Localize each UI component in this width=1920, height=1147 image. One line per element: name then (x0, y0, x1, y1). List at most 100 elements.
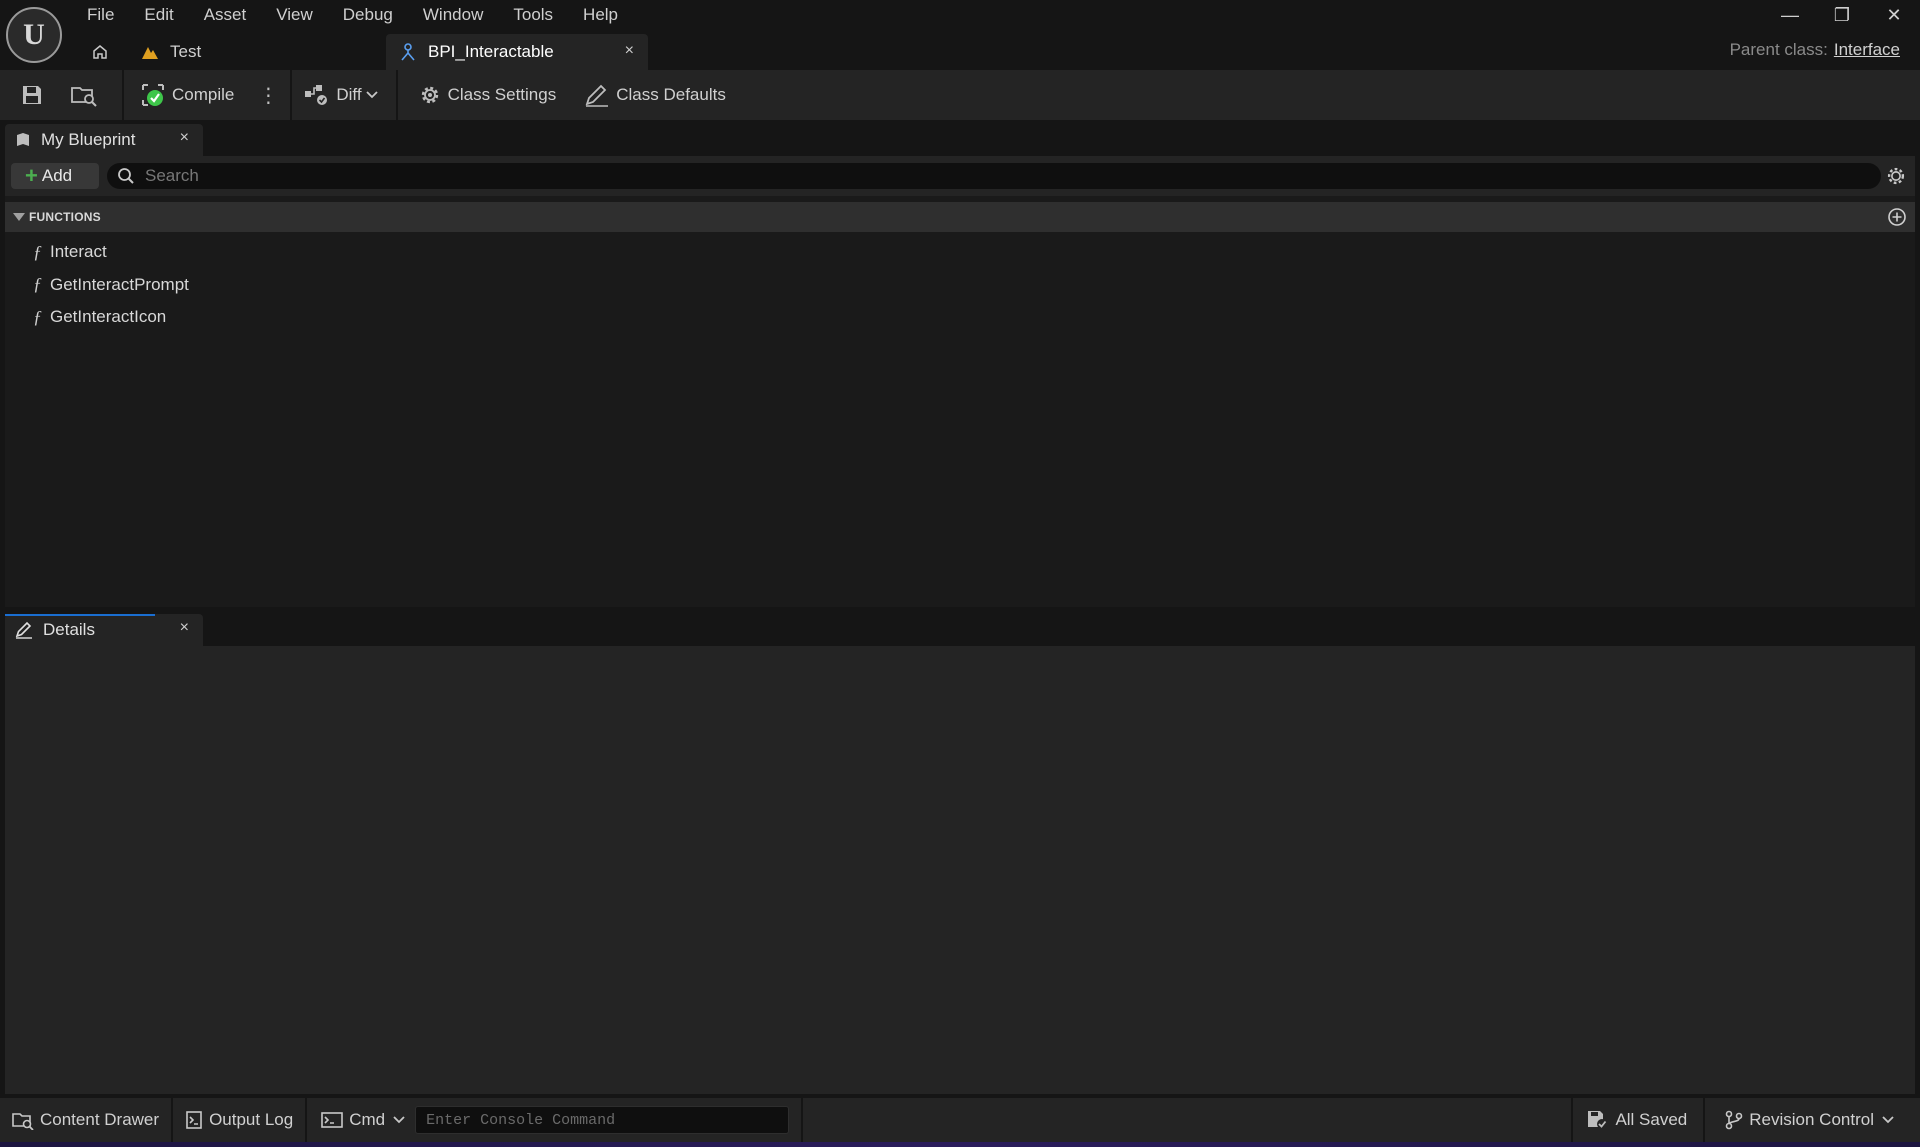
tab-my-blueprint-label: My Blueprint (41, 130, 136, 149)
blueprint-interface-icon (398, 42, 418, 62)
close-window-button[interactable]: ✕ (1868, 0, 1920, 30)
menu-file[interactable]: File (72, 0, 129, 30)
main-toolbar: Compile ⋮ Diff Class Settings Class Defa… (0, 70, 1920, 120)
menu-window[interactable]: Window (408, 0, 498, 30)
content-drawer-icon (12, 1110, 34, 1130)
revision-control-icon (1725, 1110, 1743, 1130)
console-command-input[interactable] (426, 1111, 777, 1129)
menu-edit[interactable]: Edit (129, 0, 188, 30)
tab-details[interactable]: Details × (5, 614, 203, 646)
console-command-box (415, 1106, 790, 1134)
plus-icon: + (25, 163, 38, 188)
diff-icon (304, 83, 330, 107)
class-defaults-label: Class Defaults (616, 85, 726, 104)
tab-test[interactable]: Test (128, 34, 386, 70)
title-bar: U File Edit Asset View Debug Window Tool… (0, 0, 1920, 70)
status-bar-right: All Saved Revision Control (1571, 1098, 1920, 1142)
revision-control-button[interactable]: Revision Control (1705, 1098, 1920, 1142)
blueprint-book-icon (15, 132, 31, 148)
save-icon (23, 86, 41, 104)
browse-folder-icon (71, 87, 97, 107)
function-icon: ƒ (33, 306, 42, 327)
function-item-label: GetInteractPrompt (50, 274, 189, 294)
function-icon: ƒ (33, 274, 42, 295)
window-controls: — ❐ ✕ (1764, 0, 1920, 30)
diff-label: Diff (336, 85, 362, 104)
output-log-button[interactable]: Output Log (173, 1098, 305, 1142)
compile-success-icon (140, 82, 166, 108)
search-input[interactable] (145, 166, 1845, 186)
restore-button[interactable]: ❐ (1816, 0, 1868, 30)
output-log-label: Output Log (209, 1110, 294, 1129)
home-tab[interactable] (72, 34, 128, 70)
function-icon: ƒ (33, 241, 42, 262)
menu-bar: File Edit Asset View Debug Window Tools … (72, 0, 633, 30)
browse-button[interactable] (60, 70, 122, 120)
tab-details-label: Details (43, 620, 95, 639)
home-icon (93, 45, 107, 59)
function-item-interact[interactable]: ƒ Interact (5, 236, 405, 269)
function-item-label: GetInteractIcon (50, 307, 167, 327)
class-defaults-button[interactable]: Class Defaults (566, 70, 736, 120)
search-icon (117, 167, 135, 185)
chevron-down-icon (393, 1115, 405, 1125)
menu-asset[interactable]: Asset (189, 0, 262, 30)
add-function-icon[interactable] (1887, 207, 1907, 227)
tab-my-blueprint[interactable]: My Blueprint × (5, 124, 203, 156)
all-saved-button[interactable]: All Saved (1573, 1098, 1703, 1142)
revision-control-label: Revision Control (1749, 1110, 1874, 1129)
output-log-icon (185, 1110, 203, 1130)
functions-section-header[interactable]: FUNCTIONS (5, 202, 1915, 232)
tab-my-blueprint-close-button[interactable]: × (180, 129, 189, 147)
cmd-label: Cmd (349, 1110, 386, 1129)
functions-list: ƒ Interact ƒ GetInteractPrompt ƒ GetInte… (5, 236, 405, 334)
tab-bpi-interactable[interactable]: BPI_Interactable × (386, 34, 648, 70)
terminal-icon (321, 1111, 343, 1129)
all-saved-icon (1587, 1110, 1609, 1130)
collapse-triangle-icon (13, 213, 25, 221)
compile-label: Compile (172, 85, 235, 104)
class-settings-label: Class Settings (447, 85, 557, 104)
parent-class-link[interactable]: Interface (1834, 40, 1900, 59)
add-button[interactable]: + Add (11, 163, 99, 189)
tab-test-label: Test (170, 42, 202, 61)
document-tabs: Test BPI_Interactable × (72, 34, 648, 70)
my-blueprint-tabstrip: My Blueprint × (0, 120, 1920, 156)
content-drawer-button[interactable]: Content Drawer (0, 1098, 171, 1142)
function-item-label: Interact (50, 242, 107, 262)
functions-section-title: FUNCTIONS (29, 210, 101, 224)
add-label: Add (41, 166, 73, 185)
status-separator (801, 1098, 804, 1142)
diff-button[interactable]: Diff (292, 70, 387, 120)
menu-help[interactable]: Help (568, 0, 633, 30)
settings-gear-icon[interactable] (1885, 165, 1907, 187)
taskbar-edge (0, 1142, 1920, 1147)
parent-class-info: Parent class: Interface (1730, 40, 1900, 60)
menu-view[interactable]: View (261, 0, 328, 30)
function-item-getinteractprompt[interactable]: ƒ GetInteractPrompt (5, 269, 405, 302)
chevron-down-icon (1882, 1115, 1894, 1125)
level-icon (140, 43, 160, 61)
save-button[interactable] (0, 70, 60, 120)
parent-class-label: Parent class: (1729, 40, 1828, 59)
compile-button[interactable]: Compile (124, 70, 244, 120)
status-bar: Content Drawer Output Log Cmd All Saved (0, 1098, 1920, 1142)
class-settings-button[interactable]: Class Settings (398, 70, 567, 120)
my-blueprint-toolbar: + Add (5, 156, 1915, 196)
minimize-button[interactable]: — (1764, 0, 1816, 30)
tab-close-button[interactable]: × (625, 42, 634, 60)
chevron-down-icon (365, 90, 378, 100)
menu-tools[interactable]: Tools (498, 0, 568, 30)
class-defaults-edit-icon (584, 83, 610, 107)
function-item-getinteracticon[interactable]: ƒ GetInteractIcon (5, 301, 405, 334)
cmd-dropdown[interactable]: Cmd (307, 1098, 411, 1142)
menu-debug[interactable]: Debug (328, 0, 408, 30)
content-drawer-label: Content Drawer (40, 1110, 160, 1129)
details-panel (5, 646, 1915, 1094)
all-saved-label: All Saved (1615, 1110, 1688, 1129)
tab-bpi-interactable-label: BPI_Interactable (428, 42, 554, 61)
details-tabstrip: Details × (0, 610, 1920, 646)
unreal-logo-icon[interactable]: U (6, 7, 62, 63)
compile-options-icon[interactable]: ⋮ (244, 83, 284, 108)
tab-details-close-button[interactable]: × (180, 619, 189, 637)
